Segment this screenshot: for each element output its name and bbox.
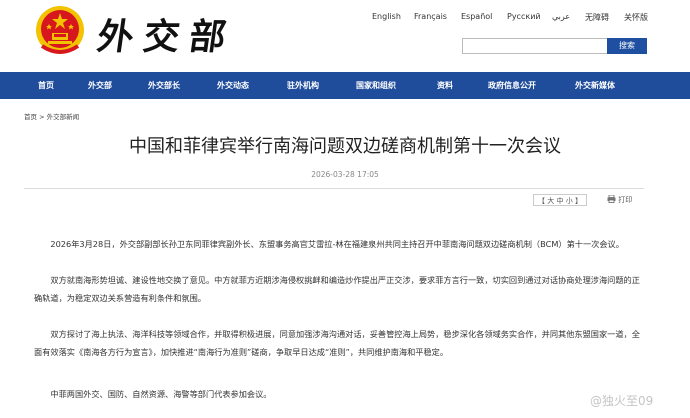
nav-resources[interactable]: 资料 <box>437 72 453 99</box>
breadcrumb-separator: > <box>39 113 45 121</box>
search-input[interactable] <box>462 38 608 54</box>
main-nav: 首页 外交部 外交部长 外交动态 驻外机构 国家和组织 资料 政府信息公开 外交… <box>0 72 690 99</box>
nav-missions-abroad[interactable]: 驻外机构 <box>287 72 319 99</box>
lang-russian[interactable]: Русский <box>507 12 541 21</box>
search-button[interactable]: 搜索 <box>607 38 647 54</box>
print-label: 打印 <box>618 196 633 204</box>
language-bar: English Français Español Русский عربي 无障… <box>0 12 690 28</box>
font-size-large[interactable]: 大 <box>547 197 554 205</box>
title-divider <box>24 188 644 189</box>
watermark: @独火至09 <box>590 394 654 408</box>
accessibility-link[interactable]: 无障碍 <box>585 12 609 23</box>
nav-ministry[interactable]: 外交部 <box>88 72 112 99</box>
nav-new-media[interactable]: 外交新媒体 <box>575 72 615 99</box>
lang-english[interactable]: English <box>372 12 401 21</box>
article-paragraph: 中菲两国外交、国防、自然资源、海警等部门代表参加会议。 <box>50 389 272 399</box>
lang-arabic[interactable]: عربي <box>552 12 570 21</box>
nav-diplomatic-news[interactable]: 外交动态 <box>217 72 249 99</box>
breadcrumb: 首页 > 外交部新闻 <box>24 111 79 121</box>
article-paragraph: 双方探讨了海上执法、海洋科技等领域合作，并取得积极进展，同意加强涉海沟通对话，妥… <box>34 329 640 357</box>
lang-spanish[interactable]: Español <box>461 12 492 21</box>
lang-french[interactable]: Français <box>414 12 447 21</box>
nav-minister[interactable]: 外交部长 <box>148 72 180 99</box>
breadcrumb-section[interactable]: 外交部新闻 <box>47 113 80 121</box>
font-size-bracket-open: 【 <box>538 197 546 205</box>
nav-home[interactable]: 首页 <box>38 72 54 99</box>
article-paragraph: 双方就南海形势坦诚、建设性地交换了意见。中方就菲方近期涉海侵权挑衅和编造炒作提出… <box>34 275 640 303</box>
article-paragraph: 2026年3月28日，外交部副部长孙卫东同菲律宾副外长、东盟事务高官艾雷拉-林在… <box>50 239 624 249</box>
font-size-small[interactable]: 小 <box>566 197 573 205</box>
print-button[interactable]: 打印 <box>607 194 632 206</box>
printer-icon <box>607 194 616 203</box>
article-date: 2026-03-28 17:05 <box>311 170 379 179</box>
nav-government-info[interactable]: 政府信息公开 <box>488 72 536 99</box>
nav-countries-organizations[interactable]: 国家和组织 <box>356 72 396 99</box>
font-size-medium[interactable]: 中 <box>557 197 564 205</box>
font-size-bracket-close: 】 <box>574 197 582 205</box>
elder-care-link[interactable]: 关怀版 <box>624 12 648 23</box>
site-header: 外交部 English Français Español Русский عرب… <box>0 0 690 72</box>
breadcrumb-home[interactable]: 首页 <box>24 113 37 121</box>
article-title: 中国和菲律宾举行南海问题双边磋商机制第十一次会议 <box>129 136 561 157</box>
font-size-controls: 【 大 中 小 】 <box>533 194 587 206</box>
